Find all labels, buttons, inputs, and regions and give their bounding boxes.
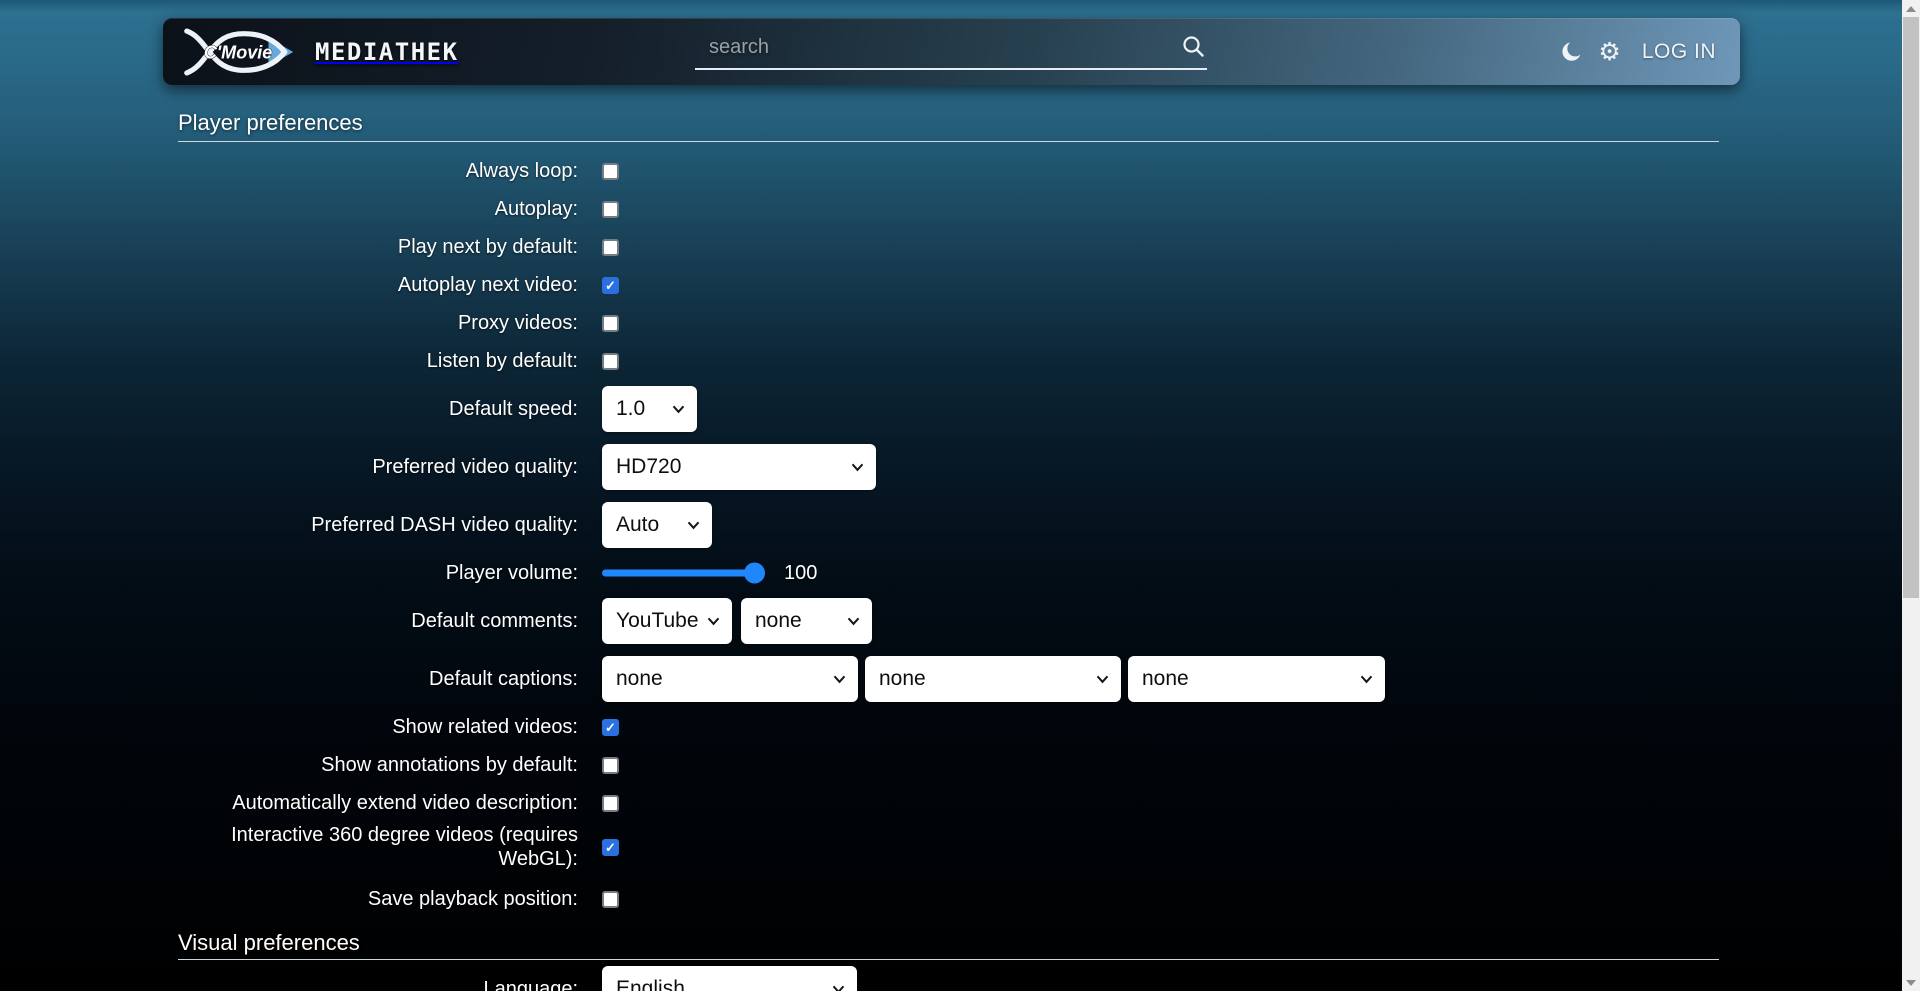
save-position-checkbox[interactable]: ✓ <box>602 891 619 908</box>
pref-row-related: Show related videos: ✓ <box>178 708 1719 746</box>
pref-row-proxy-videos: Proxy videos: ✓ <box>178 304 1719 342</box>
pref-row-extend-desc: Automatically extend video description: … <box>178 784 1719 822</box>
autoplay-label: Autoplay: <box>178 197 578 221</box>
brand-home-link[interactable]: C'Movie MEDIATHEK <box>183 27 459 77</box>
scrollbar-thumb[interactable] <box>1903 17 1919 598</box>
play-next-label: Play next by default: <box>178 235 578 259</box>
captions-lang-1-select[interactable]: none <box>602 656 858 702</box>
preferences-form: Player preferences Always loop: ✓ Autopl… <box>178 100 1719 991</box>
autoplay-checkbox[interactable]: ✓ <box>602 201 619 218</box>
player-preferences-title: Player preferences <box>178 110 1719 142</box>
always-loop-label: Always loop: <box>178 159 578 183</box>
search-icon <box>1182 35 1205 58</box>
video-quality-select[interactable]: HD720 <box>602 444 876 490</box>
proxy-videos-label: Proxy videos: <box>178 311 578 335</box>
scroll-down-button[interactable] <box>1902 974 1920 991</box>
pref-row-vr360: Interactive 360 degree videos (requires … <box>178 822 1719 872</box>
comments-source-2-select[interactable]: none <box>741 598 872 644</box>
default-speed-label: Default speed: <box>178 397 578 421</box>
related-videos-checkbox[interactable]: ✓ <box>602 719 619 736</box>
slider-thumb[interactable] <box>744 563 765 584</box>
chevron-down-icon <box>1360 675 1373 684</box>
chevron-down-icon <box>833 675 846 684</box>
moon-icon <box>1560 40 1583 63</box>
svg-text:C'Movie: C'Movie <box>204 42 272 62</box>
listen-label: Listen by default: <box>178 349 578 373</box>
pref-row-video-quality: Preferred video quality: HD720 <box>178 438 1719 496</box>
dash-quality-select[interactable]: Auto <box>602 502 712 548</box>
search-bar <box>695 29 1207 70</box>
comments-source-1-select[interactable]: YouTube <box>602 598 732 644</box>
vr360-label: Interactive 360 degree videos (requires … <box>178 823 578 871</box>
chevron-down-icon <box>687 521 700 530</box>
chevron-down-icon <box>1096 675 1109 684</box>
related-videos-label: Show related videos: <box>178 715 578 739</box>
pref-row-autoplay-next: Autoplay next video: ✓ <box>178 266 1719 304</box>
always-loop-checkbox[interactable]: ✓ <box>602 163 619 180</box>
player-volume-slider[interactable] <box>602 563 762 583</box>
arrow-up-icon <box>1906 6 1916 12</box>
pref-row-default-speed: Default speed: 1.0 <box>178 380 1719 438</box>
gear-icon: ⚙ <box>1598 39 1620 64</box>
captions-lang-2-select[interactable]: none <box>865 656 1121 702</box>
brand-title: MEDIATHEK <box>315 38 459 66</box>
check-icon: ✓ <box>605 841 616 854</box>
preferences-page: C'Movie MEDIATHEK ⚙ LOG IN <box>0 0 1920 991</box>
video-quality-label: Preferred video quality: <box>178 455 578 479</box>
pref-row-save-position: Save playback position: ✓ <box>178 880 1719 918</box>
chevron-down-icon <box>851 463 864 472</box>
pref-row-comments: Default comments: YouTube none <box>178 592 1719 650</box>
default-comments-label: Default comments: <box>178 609 578 633</box>
search-button[interactable] <box>1182 35 1207 62</box>
language-label: Language: <box>178 977 578 991</box>
pref-row-listen: Listen by default: ✓ <box>178 342 1719 380</box>
pref-row-autoplay: Autoplay: ✓ <box>178 190 1719 228</box>
slider-track <box>602 570 762 577</box>
proxy-videos-checkbox[interactable]: ✓ <box>602 315 619 332</box>
captions-lang-3-select[interactable]: none <box>1128 656 1385 702</box>
fish-logo-icon: C'Movie <box>183 27 297 77</box>
pref-row-captions: Default captions: none none none <box>178 650 1719 708</box>
dark-mode-toggle[interactable] <box>1560 40 1583 63</box>
check-icon: ✓ <box>605 721 616 734</box>
autoplay-next-label: Autoplay next video: <box>178 273 578 297</box>
listen-checkbox[interactable]: ✓ <box>602 353 619 370</box>
visual-preferences-title: Visual preferences <box>178 930 1719 960</box>
pref-row-language: Language: English <box>178 960 1719 991</box>
extend-description-checkbox[interactable]: ✓ <box>602 795 619 812</box>
default-captions-label: Default captions: <box>178 667 578 691</box>
dash-quality-label: Preferred DASH video quality: <box>178 513 578 537</box>
autoplay-next-checkbox[interactable]: ✓ <box>602 277 619 294</box>
language-select[interactable]: English <box>602 966 857 991</box>
pref-row-volume: Player volume: 100 <box>178 554 1719 592</box>
scroll-up-button[interactable] <box>1902 0 1920 17</box>
arrow-down-icon <box>1906 980 1916 986</box>
annotations-label: Show annotations by default: <box>178 753 578 777</box>
pref-row-always-loop: Always loop: ✓ <box>178 152 1719 190</box>
preferences-button[interactable]: ⚙ <box>1598 39 1620 64</box>
navbar: C'Movie MEDIATHEK ⚙ LOG IN <box>163 18 1740 85</box>
player-volume-label: Player volume: <box>178 561 578 585</box>
save-position-label: Save playback position: <box>178 887 578 911</box>
pref-row-annotations: Show annotations by default: ✓ <box>178 746 1719 784</box>
chevron-down-icon <box>672 405 685 414</box>
login-link[interactable]: LOG IN <box>1642 40 1716 64</box>
extend-description-label: Automatically extend video description: <box>178 791 578 815</box>
player-volume-value: 100 <box>784 562 817 585</box>
pref-row-play-next: Play next by default: ✓ <box>178 228 1719 266</box>
pref-row-dash-quality: Preferred DASH video quality: Auto <box>178 496 1719 554</box>
play-next-checkbox[interactable]: ✓ <box>602 239 619 256</box>
chevron-down-icon <box>847 617 860 626</box>
chevron-down-icon <box>707 617 720 626</box>
vertical-scrollbar[interactable] <box>1902 0 1920 991</box>
vr360-checkbox[interactable]: ✓ <box>602 839 619 856</box>
check-icon: ✓ <box>605 279 616 292</box>
search-input[interactable] <box>695 32 1182 65</box>
navbar-actions: ⚙ LOG IN <box>1560 39 1720 64</box>
default-speed-select[interactable]: 1.0 <box>602 386 697 432</box>
annotations-checkbox[interactable]: ✓ <box>602 757 619 774</box>
chevron-down-icon <box>832 985 845 991</box>
